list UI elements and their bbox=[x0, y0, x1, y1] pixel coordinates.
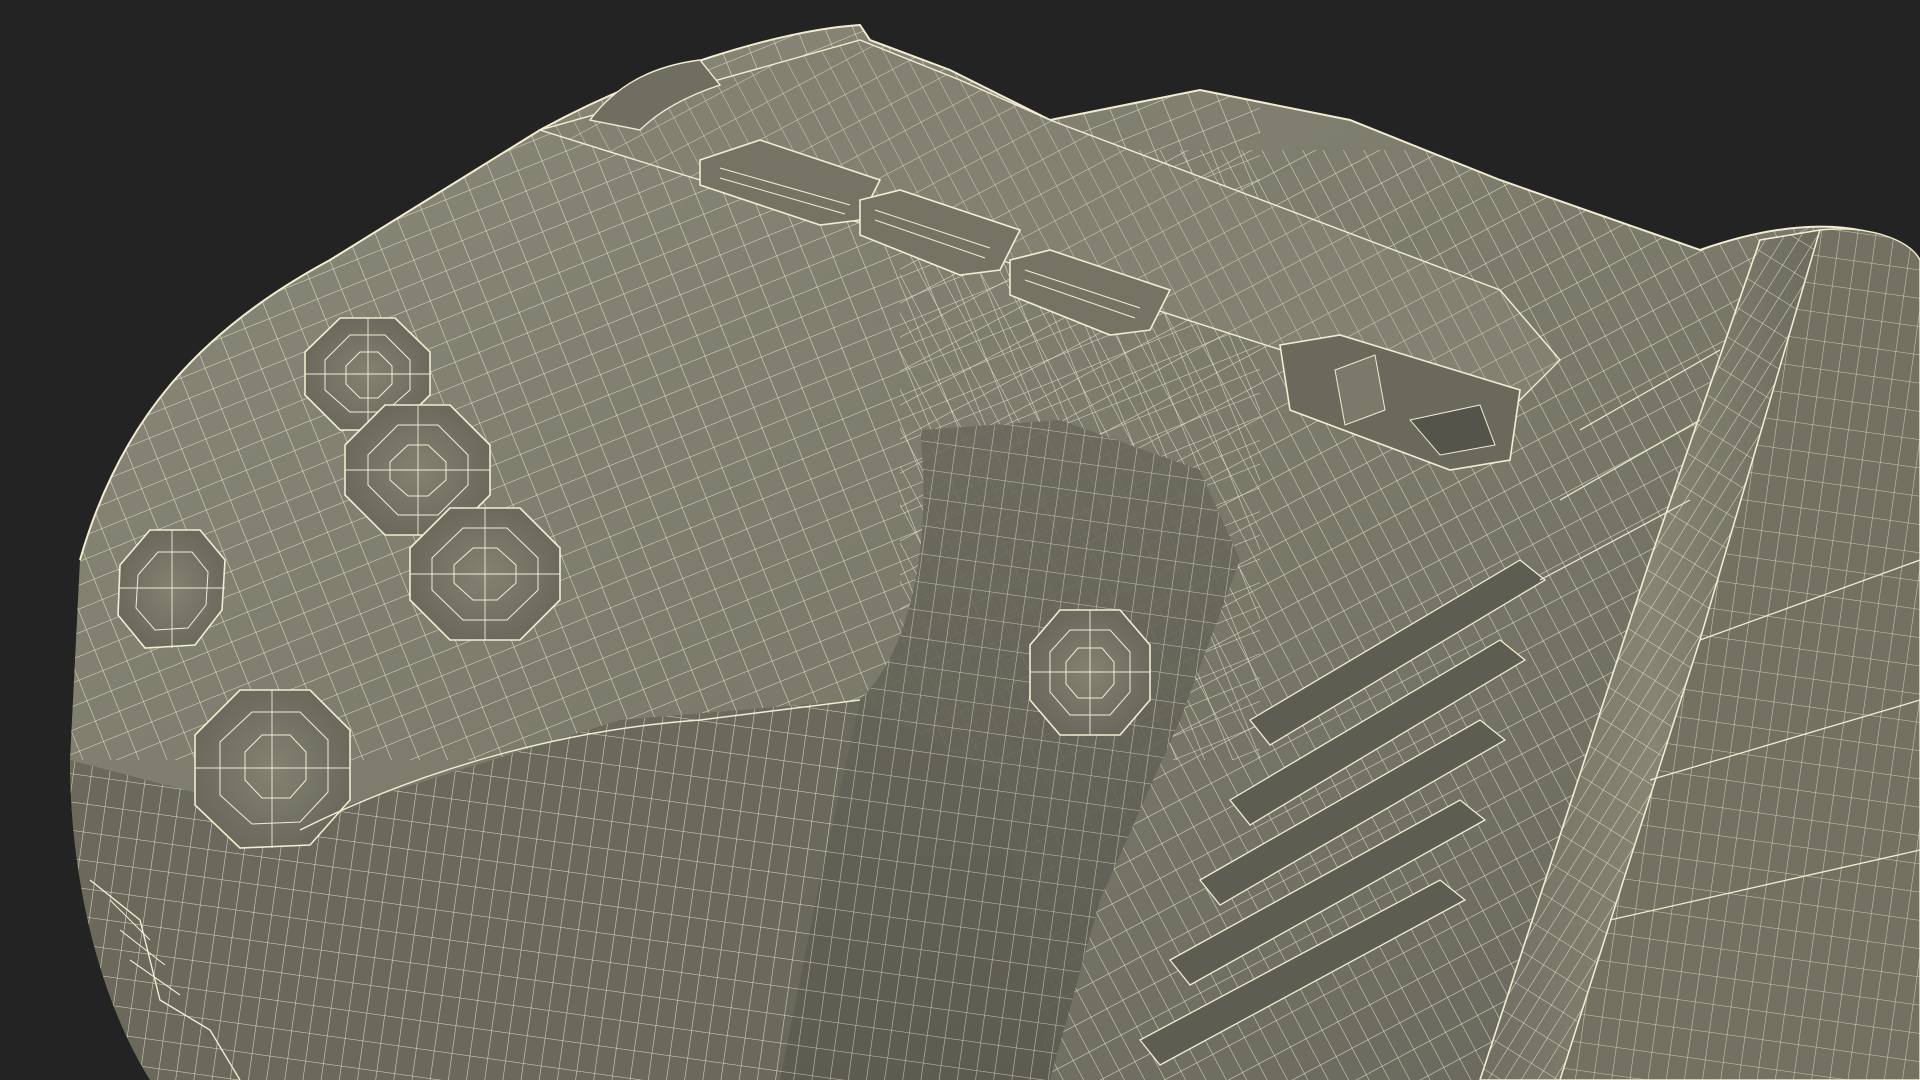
render-viewport bbox=[0, 0, 1920, 1080]
face-button-large bbox=[194, 689, 351, 849]
face-button-center bbox=[1029, 609, 1151, 736]
wireframe-render bbox=[70, 23, 1920, 1080]
face-button-right bbox=[409, 507, 561, 641]
